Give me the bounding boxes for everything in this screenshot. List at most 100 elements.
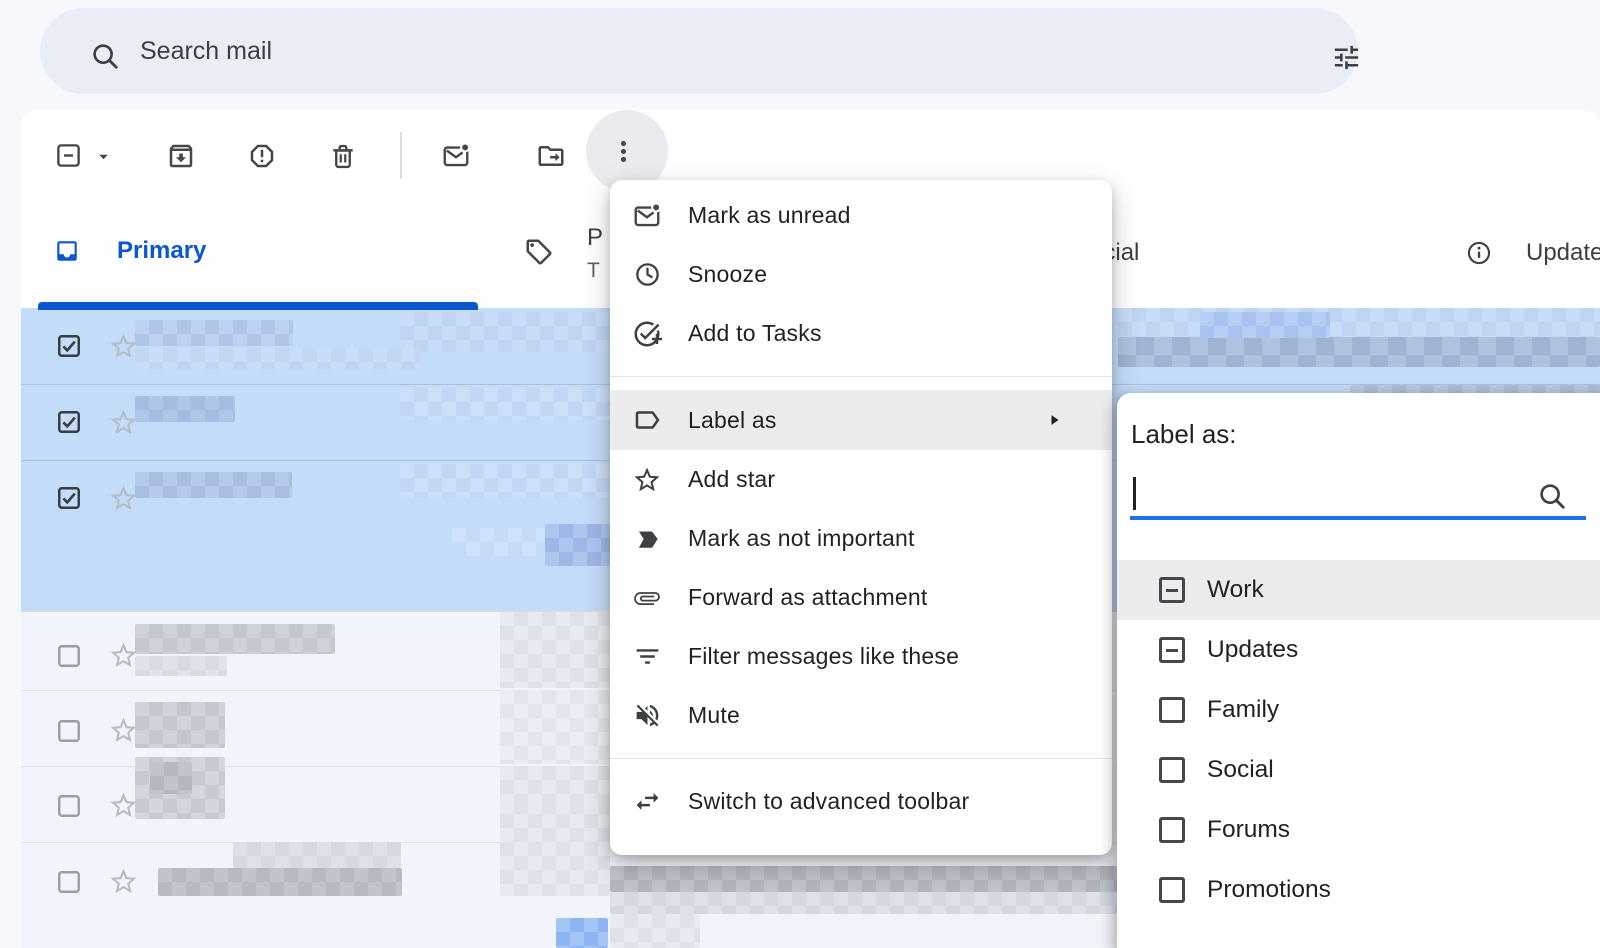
star-icon[interactable] <box>108 483 139 514</box>
menu-item-label: Mute <box>688 702 740 729</box>
checkbox-unchecked[interactable] <box>1159 757 1185 783</box>
mute-speaker-icon <box>632 701 662 731</box>
checkbox-indeterminate[interactable] <box>1159 577 1185 603</box>
clock-icon <box>632 260 662 290</box>
label-tag-icon <box>632 405 662 435</box>
star-icon[interactable] <box>108 866 139 897</box>
menu-item-switch-toolbar[interactable]: Switch to advanced toolbar <box>610 772 1112 831</box>
tab-selected-indicator <box>38 302 478 310</box>
search-bar[interactable] <box>40 8 1358 94</box>
redacted-text <box>135 348 420 370</box>
tab-primary[interactable]: Primary <box>117 237 206 265</box>
menu-item-label: Add star <box>688 466 775 493</box>
redacted-text <box>610 914 700 948</box>
row-checkbox-unchecked[interactable] <box>56 643 82 669</box>
star-icon[interactable] <box>108 407 139 438</box>
select-all-checkbox[interactable] <box>55 142 82 169</box>
row-checkbox-checked[interactable] <box>56 485 82 511</box>
importance-marker-icon <box>632 524 662 554</box>
checkbox-indeterminate[interactable] <box>1159 637 1185 663</box>
checkbox-unchecked[interactable] <box>1159 697 1185 723</box>
star-icon[interactable] <box>108 790 139 821</box>
archive-icon[interactable] <box>166 141 196 171</box>
menu-item-filter-messages[interactable]: Filter messages like these <box>610 627 1112 686</box>
redacted-text <box>135 656 227 676</box>
star-icon[interactable] <box>108 715 139 746</box>
redacted-text <box>452 528 544 556</box>
redacted-text <box>233 842 401 868</box>
menu-item-add-to-tasks[interactable]: Add to Tasks <box>610 304 1112 363</box>
redacted-text <box>135 472 292 498</box>
menu-item-mark-as-unread[interactable]: Mark as unread <box>610 186 1112 245</box>
menu-item-mark-not-important[interactable]: Mark as not important <box>610 509 1112 568</box>
report-spam-icon[interactable] <box>247 141 277 171</box>
add-task-icon <box>632 319 662 349</box>
context-menu: Mark as unread Snooze Add to Tasks Label… <box>610 180 1112 855</box>
three-dots-icon[interactable] <box>609 137 638 166</box>
delete-icon[interactable] <box>328 141 358 171</box>
redacted-text <box>150 762 192 794</box>
menu-item-label-as[interactable]: Label as <box>610 390 1112 450</box>
label-option-family[interactable]: Family <box>1117 680 1600 740</box>
redacted-text <box>400 388 610 420</box>
redacted-text <box>556 918 608 948</box>
row-checkbox-checked[interactable] <box>56 333 82 359</box>
redacted-text <box>1118 337 1600 367</box>
filter-lines-icon <box>632 642 662 672</box>
menu-item-forward-as-attachment[interactable]: Forward as attachment <box>610 568 1112 627</box>
label-option-text: Work <box>1207 576 1264 604</box>
menu-item-add-star[interactable]: Add star <box>610 450 1112 509</box>
menu-item-label: Mark as not important <box>688 525 915 552</box>
submenu-title: Label as: <box>1131 419 1237 450</box>
mark-unread-icon[interactable] <box>441 141 471 171</box>
label-option-work[interactable]: Work <box>1117 560 1600 620</box>
label-option-updates[interactable]: Updates <box>1117 620 1600 680</box>
search-input[interactable] <box>140 8 1240 94</box>
info-icon[interactable] <box>1465 239 1493 267</box>
menu-item-snooze[interactable]: Snooze <box>610 245 1112 304</box>
text-cursor <box>1133 477 1136 510</box>
star-outline-icon <box>632 465 662 495</box>
input-underline <box>1130 516 1586 520</box>
redacted-text <box>1350 385 1600 393</box>
star-icon[interactable] <box>108 640 139 671</box>
move-to-icon[interactable] <box>536 141 566 171</box>
redacted-text <box>545 524 610 566</box>
tab-promotions-fragment[interactable]: P <box>587 224 603 252</box>
menu-item-mute[interactable]: Mute <box>610 686 1112 745</box>
label-option-promotions[interactable]: Promotions <box>1117 860 1600 920</box>
label-option-forums[interactable]: Forums <box>1117 800 1600 860</box>
toolbar-divider <box>400 132 402 179</box>
label-search-input[interactable] <box>1130 473 1586 513</box>
row-checkbox-unchecked[interactable] <box>56 793 82 819</box>
tab-updates[interactable]: Updates <box>1526 239 1600 267</box>
search-icon <box>90 41 120 71</box>
paperclip-icon <box>632 583 662 613</box>
row-checkbox-unchecked[interactable] <box>56 718 82 744</box>
mark-unread-icon <box>632 201 662 231</box>
menu-item-label: Forward as attachment <box>688 584 927 611</box>
row-checkbox-unchecked[interactable] <box>56 869 82 895</box>
redacted-text <box>1200 312 1330 338</box>
label-option-text: Forums <box>1207 816 1290 844</box>
select-dropdown-caret-icon[interactable] <box>93 146 114 167</box>
label-as-submenu: Label as: Work Updates Family Social <box>1117 393 1600 948</box>
search-icon <box>1537 481 1567 511</box>
checkbox-unchecked[interactable] <box>1159 817 1185 843</box>
label-option-text: Family <box>1207 696 1279 724</box>
checkbox-unchecked[interactable] <box>1159 877 1185 903</box>
label-option-text: Social <box>1207 756 1274 784</box>
row-checkbox-checked[interactable] <box>56 409 82 435</box>
redacted-text <box>135 320 293 346</box>
redacted-text <box>610 866 1117 892</box>
redacted-text <box>610 892 1117 914</box>
search-filters-icon[interactable] <box>1331 42 1362 73</box>
label-options-list: Work Updates Family Social Forums Promot… <box>1117 560 1600 920</box>
swap-arrows-icon <box>632 787 662 817</box>
redacted-text <box>500 690 610 764</box>
star-icon[interactable] <box>108 331 139 362</box>
gmail-window: Primary P T Social Updates Mark as unrea… <box>0 0 1600 948</box>
label-option-text: Promotions <box>1207 876 1331 904</box>
tag-icon <box>524 237 554 267</box>
label-option-social[interactable]: Social <box>1117 740 1600 800</box>
